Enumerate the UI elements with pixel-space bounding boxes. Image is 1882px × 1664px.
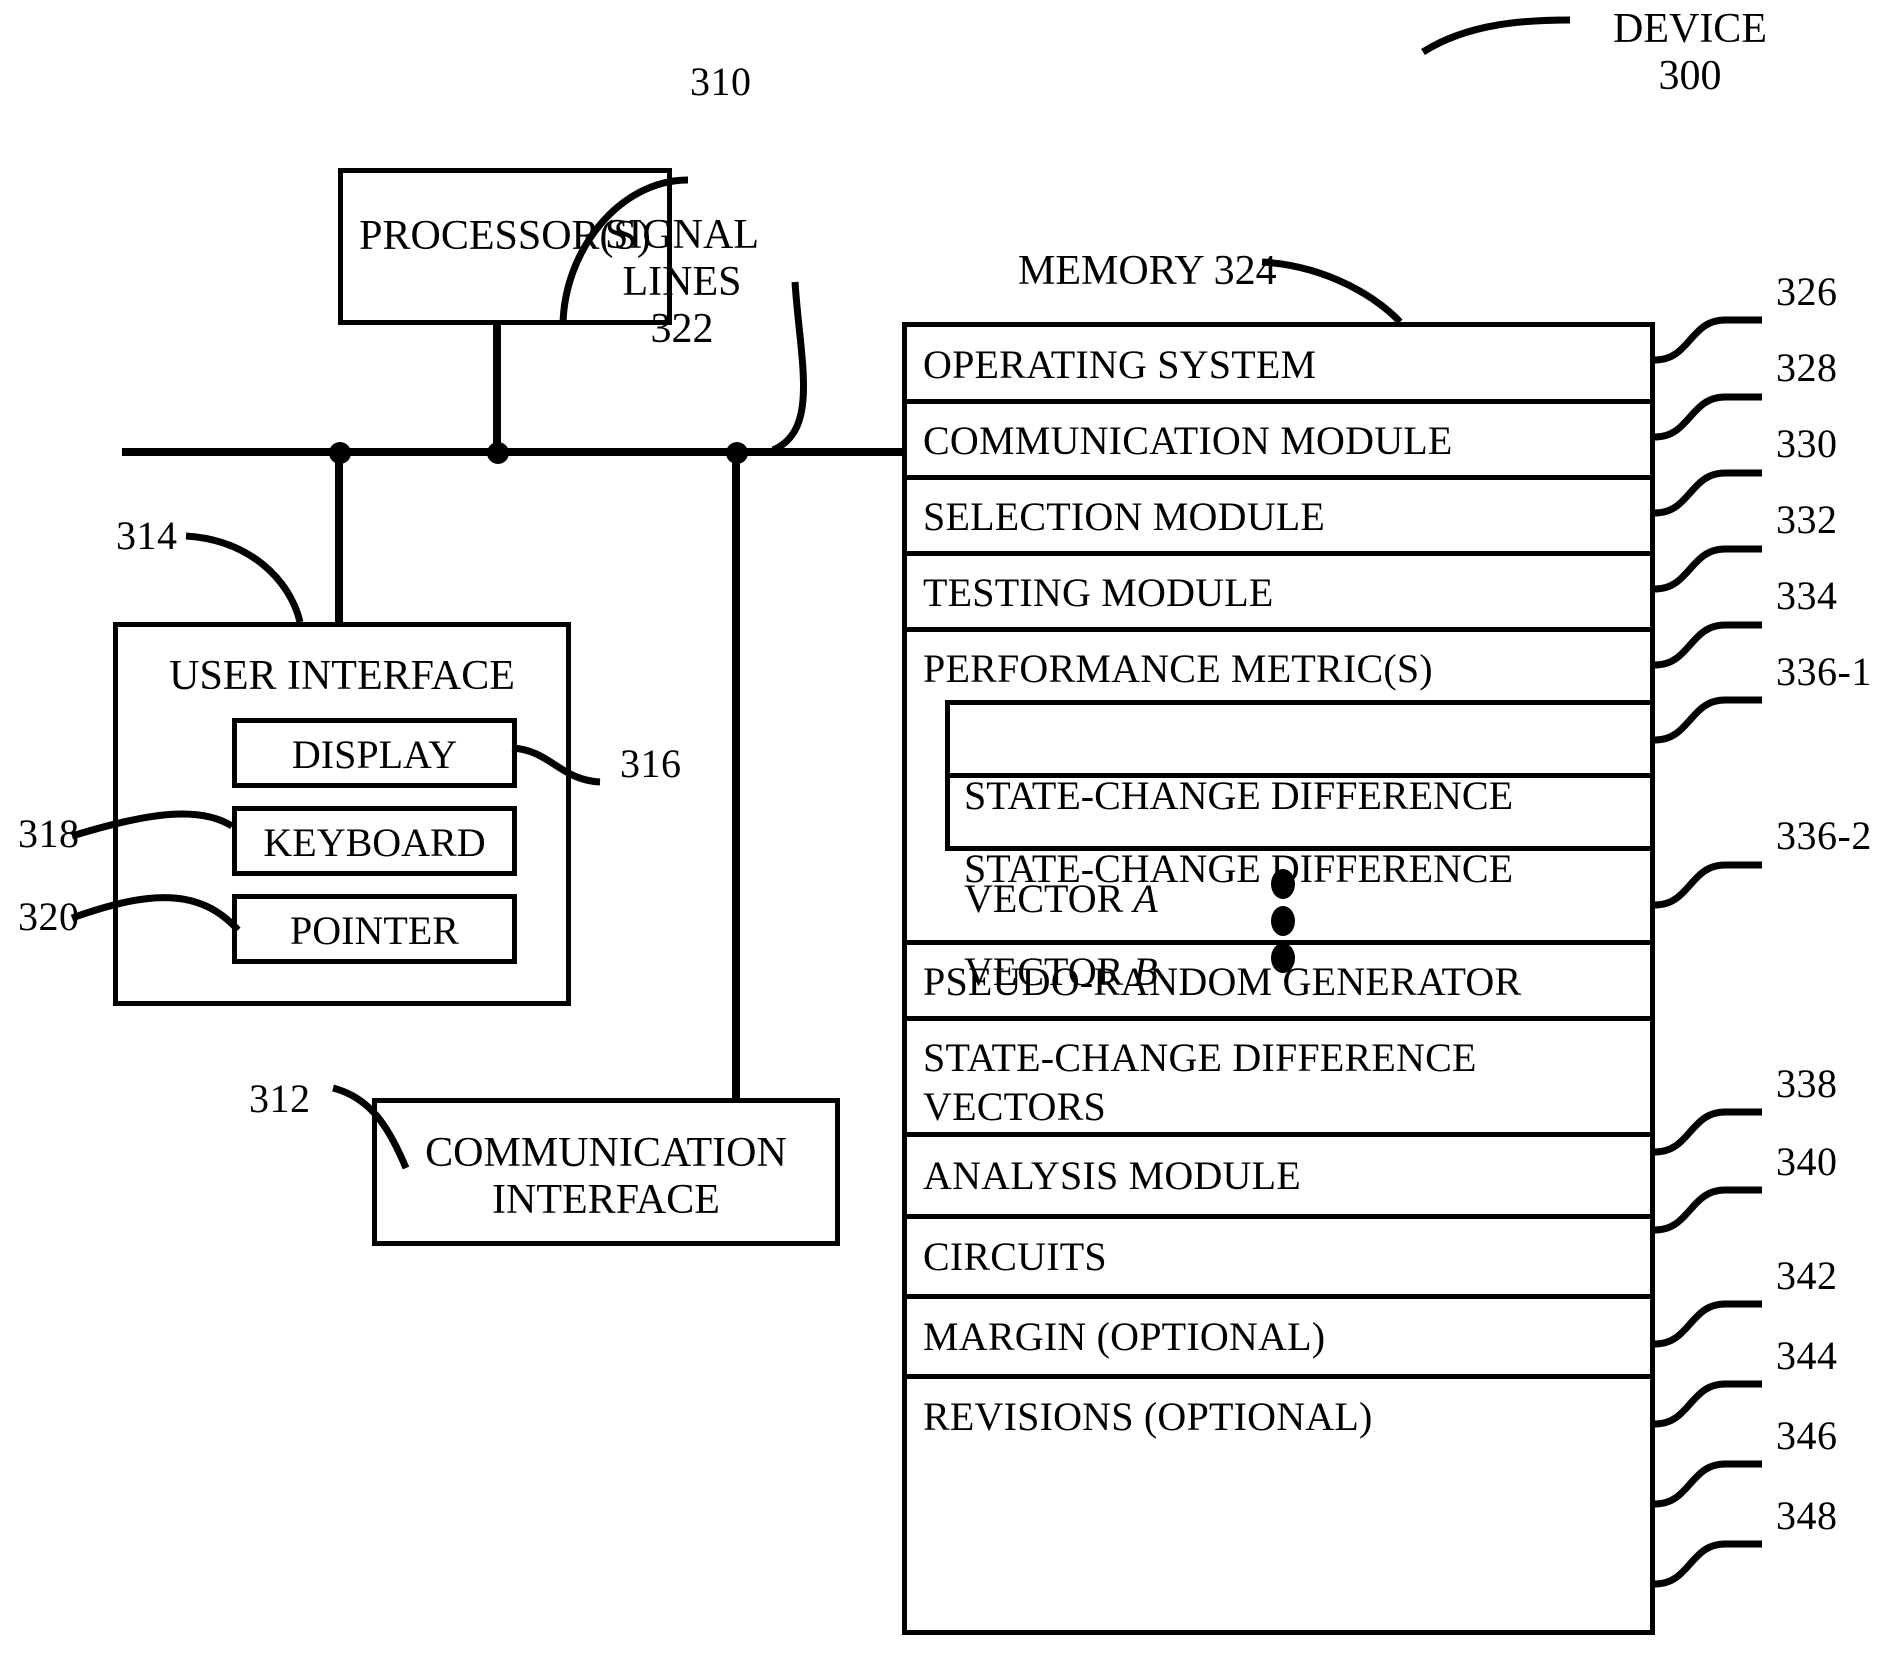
user-interface-label: USER INTERFACE — [169, 653, 515, 699]
comm-if-line2: INTERFACE — [492, 1177, 720, 1224]
memory-row-pseudo-random-generator: PSEUDO-RANDOM GENERATOR — [907, 945, 1650, 1021]
lead-curve-336-2 — [1654, 861, 1762, 909]
memory-row-selection-module: SELECTION MODULE — [907, 480, 1650, 556]
memory-row-performance-metrics: PERFORMANCE METRIC(S) STATE-CHANGE DIFFE… — [907, 632, 1655, 994]
memory-row-label: REVISIONS (OPTIONAL) — [923, 1394, 1373, 1439]
memory-box: OPERATING SYSTEM COMMUNICATION MODULE SE… — [902, 322, 1655, 1635]
signal-lines-line2: LINES — [622, 259, 742, 306]
memory-row-testing-module: TESTING MODULE — [907, 556, 1650, 632]
state-change-vector-a-row: STATE-CHANGE DIFFERENCE VECTOR A — [950, 705, 1650, 921]
ref-336-1: 336-1 — [1776, 649, 1872, 694]
bus-junction-dot-communication-interface — [726, 442, 748, 464]
memory-title: MEMORY 324 — [1018, 248, 1277, 294]
state-change-vector-b-row: STATE-CHANGE DIFFERENCE VECTOR B — [950, 778, 1650, 993]
pointer-label: POINTER — [290, 908, 459, 953]
scv-b-line1: STATE-CHANGE DIFFERENCE — [964, 846, 1514, 892]
patent-figure-device-300: DEVICE 300 310 PROCESSOR(S) SIGNAL LINES… — [0, 0, 1882, 1664]
ref-318: 318 — [18, 811, 80, 856]
lead-curve-342 — [1654, 1300, 1762, 1348]
bus-junction-dot-user-interface — [329, 442, 351, 464]
memory-row-label: COMMUNICATION MODULE — [923, 418, 1453, 463]
communication-interface-box: COMMUNICATION INTERFACE — [372, 1098, 840, 1246]
device-title: DEVICE 300 — [1540, 6, 1840, 100]
memory-row-label: CIRCUITS — [923, 1234, 1107, 1279]
lead-curve-332 — [1654, 545, 1762, 593]
lead-curve-334 — [1654, 621, 1762, 669]
ref-344: 344 — [1776, 1333, 1838, 1378]
memory-row-label: PSEUDO-RANDOM GENERATOR — [923, 959, 1522, 1004]
memory-row-label: MARGIN (OPTIONAL) — [923, 1314, 1326, 1359]
memory-row-label: PERFORMANCE METRIC(S) — [923, 646, 1433, 691]
lead-curve-326 — [1654, 316, 1762, 364]
memory-row-margin: MARGIN (OPTIONAL) — [907, 1299, 1650, 1379]
memory-row-revisions: REVISIONS (OPTIONAL) — [907, 1379, 1650, 1459]
ref-348: 348 — [1776, 1493, 1838, 1538]
ref-310: 310 — [690, 59, 752, 104]
signal-lines-line1: SIGNAL — [605, 212, 759, 258]
ref-312: 312 — [249, 1076, 311, 1121]
vertical-ellipsis-dot-2 — [1271, 906, 1295, 936]
ref-340: 340 — [1776, 1139, 1838, 1184]
ref-336-2: 336-2 — [1776, 813, 1872, 858]
ref-332: 332 — [1776, 497, 1838, 542]
signal-lines-label: SIGNAL LINES 322 — [578, 212, 786, 353]
vertical-ellipsis-dot-1 — [1271, 869, 1295, 899]
memory-row-label: STATE-CHANGE DIFFERENCE VECTORS — [923, 1035, 1477, 1129]
memory-row-label: OPERATING SYSTEM — [923, 342, 1317, 387]
memory-row-state-change-difference-vectors: STATE-CHANGE DIFFERENCE VECTORS — [907, 1021, 1650, 1137]
ref-334: 334 — [1776, 573, 1838, 618]
ref-316: 316 — [620, 741, 682, 786]
keyboard-box: KEYBOARD — [232, 806, 517, 876]
ref-342: 342 — [1776, 1253, 1838, 1298]
ref-338: 338 — [1776, 1061, 1838, 1106]
lead-curve-346 — [1654, 1460, 1762, 1508]
ref-330: 330 — [1776, 421, 1838, 466]
ref-328: 328 — [1776, 345, 1838, 390]
memory-row-label: SELECTION MODULE — [923, 494, 1326, 539]
lead-curve-348 — [1654, 1540, 1762, 1588]
communication-interface-label: COMMUNICATION INTERFACE — [377, 1130, 835, 1224]
keyboard-label: KEYBOARD — [263, 820, 486, 865]
lead-curve-336-1 — [1654, 696, 1762, 744]
lead-curve-328 — [1654, 393, 1762, 441]
memory-row-communication-module: COMMUNICATION MODULE — [907, 404, 1650, 480]
device-title-word: DEVICE — [1613, 6, 1767, 52]
ref-326: 326 — [1776, 269, 1838, 314]
lead-curve-324-memory — [1261, 258, 1403, 325]
ref-314: 314 — [116, 513, 178, 558]
memory-row-label: ANALYSIS MODULE — [923, 1153, 1301, 1198]
comm-if-line1: COMMUNICATION — [425, 1130, 787, 1176]
lead-curve-340 — [1654, 1186, 1762, 1234]
device-title-number: 300 — [1658, 53, 1722, 100]
lead-curve-314-user-interface — [185, 532, 304, 623]
state-change-vectors-group: STATE-CHANGE DIFFERENCE VECTOR A STATE-C… — [945, 700, 1655, 994]
display-label: DISPLAY — [291, 732, 458, 777]
pointer-box: POINTER — [232, 894, 517, 964]
lead-curve-338 — [1654, 1108, 1762, 1156]
memory-row-operating-system: OPERATING SYSTEM — [907, 327, 1650, 404]
bus-junction-dot-processor — [487, 442, 509, 464]
ref-346: 346 — [1776, 1413, 1838, 1458]
memory-row-analysis-module: ANALYSIS MODULE — [907, 1137, 1650, 1219]
lead-curve-330 — [1654, 469, 1762, 517]
lead-curve-344 — [1654, 1380, 1762, 1428]
ref-320: 320 — [18, 894, 80, 939]
display-box: DISPLAY — [232, 718, 517, 788]
signal-lines-ref: 322 — [650, 306, 714, 353]
memory-row-label: TESTING MODULE — [923, 570, 1274, 615]
memory-row-circuits: CIRCUITS — [907, 1219, 1650, 1299]
user-interface-box: USER INTERFACE DISPLAY KEYBOARD POINTER — [113, 622, 571, 1006]
